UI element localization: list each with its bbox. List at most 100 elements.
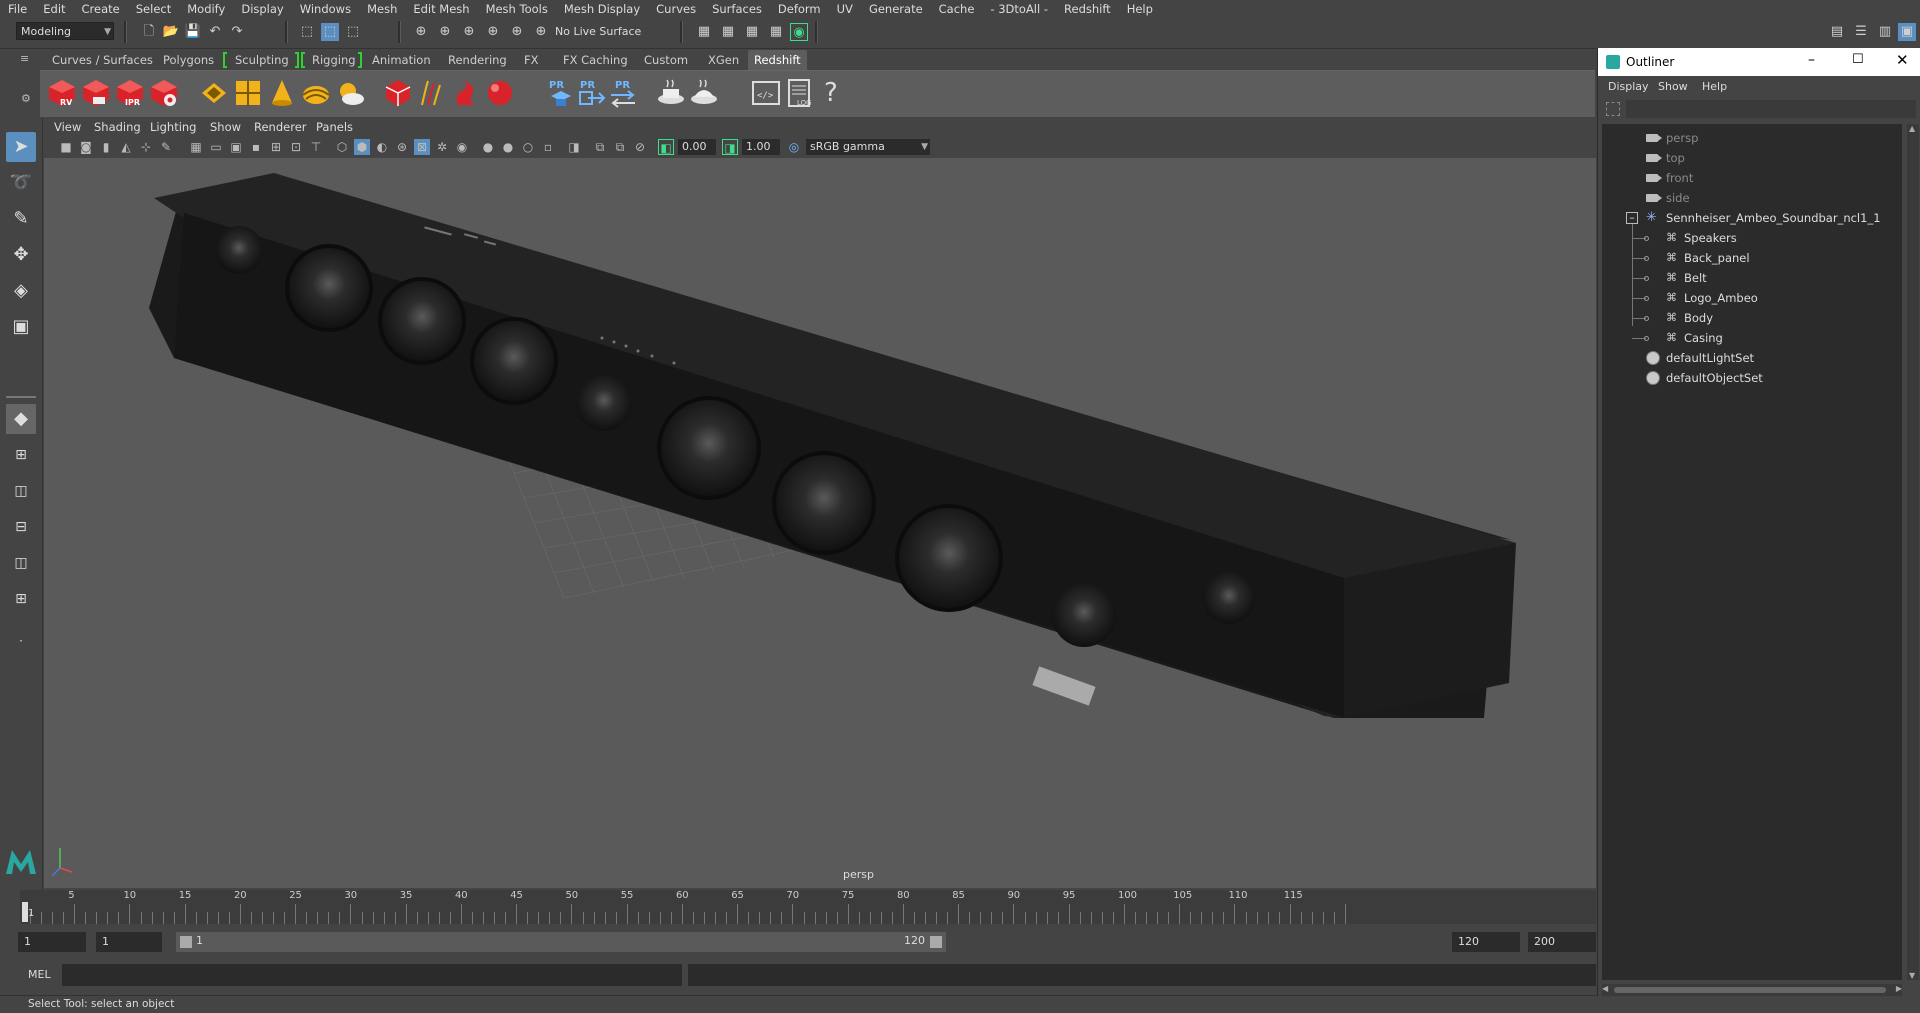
menu-deform[interactable]: Deform bbox=[770, 0, 829, 18]
motion-blur-icon[interactable]: ● bbox=[480, 139, 496, 155]
tab-custom[interactable]: Custom bbox=[638, 50, 694, 70]
outliner-title-bar[interactable]: Outliner – ☐ ✕ bbox=[1598, 48, 1920, 76]
mode-dropdown[interactable]: Modeling ▼ bbox=[16, 22, 114, 40]
redshift-settings-icon[interactable] bbox=[148, 77, 180, 109]
outliner-item-back-panel[interactable]: ⌘ Back_panel bbox=[1602, 248, 1902, 268]
save-scene-icon[interactable]: 💾 bbox=[184, 23, 202, 41]
menu-mesh-tools[interactable]: Mesh Tools bbox=[478, 0, 556, 18]
scroll-right-icon[interactable]: ▶ bbox=[1896, 984, 1902, 993]
outliner-item-front[interactable]: front bbox=[1602, 168, 1902, 188]
tab-redshift[interactable]: Redshift bbox=[748, 50, 807, 70]
range-bar[interactable]: 1 120 bbox=[176, 932, 946, 952]
panel-menu-lighting[interactable]: Lighting bbox=[150, 118, 196, 136]
tab-rendering[interactable]: Rendering bbox=[442, 50, 513, 70]
menu-help[interactable]: Help bbox=[1119, 0, 1161, 18]
outliner-item-default-light-set[interactable]: defaultLightSet bbox=[1602, 348, 1902, 368]
redshift-pr-object-icon[interactable]: PR bbox=[545, 77, 577, 109]
tab-curves-surfaces[interactable]: Curves / Surfaces bbox=[46, 50, 159, 70]
menu-redshift[interactable]: Redshift bbox=[1056, 0, 1119, 18]
playback-start-field[interactable]: 1 bbox=[96, 932, 162, 952]
tab-fx-caching[interactable]: FX Caching bbox=[557, 50, 634, 70]
gamma-field[interactable]: 1.00 bbox=[742, 139, 780, 155]
attribute-editor-icon[interactable]: ▣ bbox=[1898, 23, 1916, 41]
outliner-item-speakers[interactable]: ⌘ Speakers bbox=[1602, 228, 1902, 248]
backface-culling-icon[interactable]: ⊘ bbox=[632, 139, 648, 155]
textured-icon[interactable]: ⊛ bbox=[394, 139, 410, 155]
anti-aliasing-icon[interactable]: ● bbox=[500, 139, 516, 155]
scroll-thumb[interactable] bbox=[1614, 987, 1886, 993]
smooth-shade-icon[interactable]: ⬢ bbox=[354, 139, 370, 155]
snap-surface-icon[interactable]: ⊕ bbox=[508, 23, 526, 41]
scale-tool-icon[interactable]: ▣ bbox=[6, 312, 36, 342]
persp-outliner-layout-icon[interactable]: ◫ bbox=[6, 476, 36, 506]
menu-surfaces[interactable]: Surfaces bbox=[704, 0, 770, 18]
hypershade-layout-icon[interactable]: ◫ bbox=[6, 548, 36, 578]
wireframe-on-shaded-icon[interactable]: ◐ bbox=[374, 139, 390, 155]
redshift-bake-icon[interactable] bbox=[655, 77, 687, 109]
redshift-pr-swap-icon[interactable]: PR bbox=[607, 77, 639, 109]
channel-box-icon[interactable]: ▥ bbox=[1876, 23, 1894, 41]
wireframe-icon[interactable]: ⬡ bbox=[334, 139, 350, 155]
redshift-area-light-icon[interactable] bbox=[198, 77, 230, 109]
exposure-field[interactable]: 0.00 bbox=[678, 139, 716, 155]
paint-select-tool-icon[interactable]: ✎ bbox=[6, 204, 36, 234]
outliner-item-side[interactable]: side bbox=[1602, 188, 1902, 208]
rotate-tool-icon[interactable]: ◈ bbox=[6, 276, 36, 306]
field-chart-icon[interactable]: ⊞ bbox=[268, 139, 284, 155]
tab-polygons[interactable]: Polygons bbox=[157, 50, 220, 70]
redshift-ipr-icon[interactable]: IPR bbox=[114, 77, 146, 109]
camera-attributes-icon[interactable]: ◙ bbox=[78, 139, 94, 155]
menu-3dtoall[interactable]: - 3DtoAll - bbox=[982, 0, 1056, 18]
snap-view-icon[interactable]: ⊕ bbox=[484, 23, 502, 41]
hypershade-icon[interactable]: ▦ bbox=[767, 23, 785, 41]
scroll-left-icon[interactable]: ◀ bbox=[1602, 984, 1608, 993]
menu-modify[interactable]: Modify bbox=[179, 0, 233, 18]
outliner-item-belt[interactable]: ⌘ Belt bbox=[1602, 268, 1902, 288]
redo-icon[interactable]: ↷ bbox=[228, 23, 246, 41]
menu-edit-mesh[interactable]: Edit Mesh bbox=[405, 0, 477, 18]
render-current-frame-icon[interactable]: ▦ bbox=[695, 23, 713, 41]
outliner-item-casing[interactable]: ⌘ Casing bbox=[1602, 328, 1902, 348]
image-plane-icon[interactable]: ◭ bbox=[118, 139, 134, 155]
color-management-icon[interactable]: ◎ bbox=[786, 139, 802, 155]
redshift-render-icon[interactable] bbox=[80, 77, 112, 109]
redshift-bake-sets-icon[interactable] bbox=[688, 77, 720, 109]
snap-point-icon[interactable]: ⊕ bbox=[460, 23, 478, 41]
screen-space-ao-icon[interactable]: ◉ bbox=[454, 139, 470, 155]
command-language-label[interactable]: MEL bbox=[28, 968, 51, 981]
select-tool-icon[interactable]: ➤ bbox=[6, 132, 36, 162]
isolate-select-icon[interactable]: ▫ bbox=[540, 139, 556, 155]
time-slider[interactable]: 5 10 15 20 25 30 35 40 45 50 55 60 65 70 75 80 85 90 95 100… bbox=[20, 890, 1596, 924]
playback-end-field[interactable]: 120 bbox=[1452, 932, 1520, 952]
safe-title-icon[interactable]: ⊤ bbox=[308, 139, 324, 155]
redshift-material-sphere-icon[interactable] bbox=[484, 77, 516, 109]
grid-icon[interactable]: ▦ bbox=[188, 139, 204, 155]
menu-select[interactable]: Select bbox=[128, 0, 179, 18]
gear-icon[interactable]: ⚙ bbox=[21, 92, 31, 105]
resolution-gate-icon[interactable]: ▣ bbox=[228, 139, 244, 155]
film-gate-icon[interactable]: ▭ bbox=[208, 139, 224, 155]
close-icon[interactable]: ✕ bbox=[1896, 51, 1909, 69]
outliner-item-default-object-set[interactable]: defaultObjectSet bbox=[1602, 368, 1902, 388]
outliner-vertical-scrollbar[interactable]: ▲ ▼ bbox=[1907, 124, 1919, 980]
shelf-menu-icon[interactable]: ≡ bbox=[20, 52, 29, 65]
redshift-dome-light-icon[interactable] bbox=[300, 77, 332, 109]
command-input[interactable] bbox=[62, 964, 682, 986]
outliner-item-group[interactable]: – ✳ Sennheiser_Ambeo_Soundbar_ncl1_1 bbox=[1602, 208, 1902, 228]
outliner-menu-show[interactable]: Show bbox=[1658, 80, 1688, 93]
menu-curves[interactable]: Curves bbox=[648, 0, 704, 18]
outliner-search-input[interactable] bbox=[1626, 100, 1916, 118]
tab-rigging[interactable]: Rigging bbox=[306, 50, 362, 70]
outliner-item-persp[interactable]: persp bbox=[1602, 128, 1902, 148]
menu-create[interactable]: Create bbox=[74, 0, 128, 18]
tab-sculpting[interactable]: Sculpting bbox=[229, 50, 295, 70]
grease-pencil-icon[interactable]: ✎ bbox=[158, 139, 174, 155]
animation-end-field[interactable]: 200 bbox=[1528, 932, 1596, 952]
snap-curve-icon[interactable]: ⊕ bbox=[436, 23, 454, 41]
render-settings-icon[interactable]: ▦ bbox=[743, 23, 761, 41]
gamma-toggle-icon[interactable]: ◨ bbox=[722, 139, 738, 155]
redshift-pr-export-icon[interactable]: PR bbox=[576, 77, 608, 109]
tab-animation[interactable]: Animation bbox=[366, 50, 437, 70]
toggle-panels-icon[interactable]: ☰ bbox=[1852, 23, 1870, 41]
depth-of-field-icon[interactable]: ○ bbox=[520, 139, 536, 155]
